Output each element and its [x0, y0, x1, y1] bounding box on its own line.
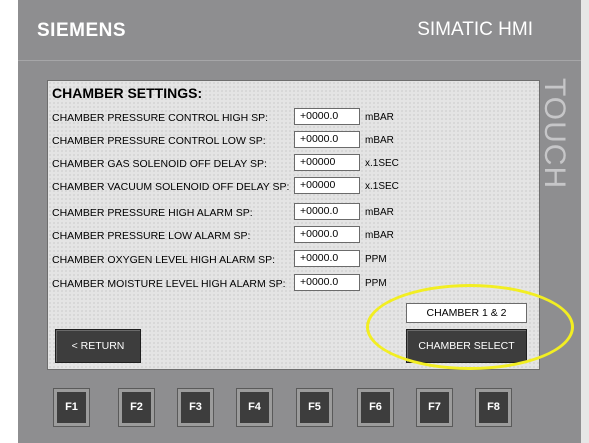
- setting-label: CHAMBER MOISTURE LEVEL HIGH ALARM SP:: [52, 278, 286, 290]
- screen-title: CHAMBER SETTINGS:: [52, 85, 203, 101]
- function-key-f1[interactable]: F1: [54, 389, 89, 426]
- function-key-f4[interactable]: F4: [237, 389, 272, 426]
- setting-unit: mBAR: [365, 112, 394, 123]
- function-key-f2[interactable]: F2: [119, 389, 154, 426]
- setting-unit: x.1SEC: [365, 158, 399, 169]
- setting-unit: PPM: [365, 278, 387, 289]
- return-button[interactable]: < RETURN: [55, 329, 141, 363]
- setting-unit: mBAR: [365, 135, 394, 146]
- setting-unit: mBAR: [365, 207, 394, 218]
- setting-label: CHAMBER GAS SOLENOID OFF DELAY SP:: [52, 158, 267, 170]
- function-key-f7[interactable]: F7: [417, 389, 452, 426]
- setting-label: CHAMBER PRESSURE CONTROL LOW SP:: [52, 135, 266, 147]
- setting-label: CHAMBER PRESSURE HIGH ALARM SP:: [52, 207, 253, 219]
- function-key-f6[interactable]: F6: [358, 389, 393, 426]
- setting-value-input[interactable]: +0000.0: [294, 203, 360, 220]
- setting-unit: mBAR: [365, 230, 394, 241]
- function-key-f8[interactable]: F8: [476, 389, 511, 426]
- setting-value-input[interactable]: +0000.0: [294, 250, 360, 267]
- bezel-divider: [18, 60, 581, 61]
- brand-logo: SIEMENS: [37, 20, 127, 41]
- panel-edge: [581, 0, 589, 443]
- function-key-f3[interactable]: F3: [178, 389, 213, 426]
- setting-label: CHAMBER PRESSURE CONTROL HIGH SP:: [52, 112, 269, 124]
- setting-value-input[interactable]: +0000.0: [294, 108, 360, 125]
- highlight-annotation: [366, 284, 574, 370]
- setting-label: CHAMBER VACUUM SOLENOID OFF DELAY SP:: [52, 181, 290, 193]
- model-name: SIMATIC HMI: [417, 19, 533, 40]
- setting-label: CHAMBER OXYGEN LEVEL HIGH ALARM SP:: [52, 254, 276, 266]
- setting-value-input[interactable]: +00000: [294, 177, 360, 194]
- setting-value-input[interactable]: +00000: [294, 154, 360, 171]
- setting-label: CHAMBER PRESSURE LOW ALARM SP:: [52, 230, 251, 242]
- setting-unit: x.1SEC: [365, 181, 399, 192]
- setting-value-input[interactable]: +0000.0: [294, 131, 360, 148]
- setting-value-input[interactable]: +0000.0: [294, 274, 360, 291]
- setting-value-input[interactable]: +0000.0: [294, 226, 360, 243]
- setting-unit: PPM: [365, 254, 387, 265]
- function-key-f5[interactable]: F5: [297, 389, 332, 426]
